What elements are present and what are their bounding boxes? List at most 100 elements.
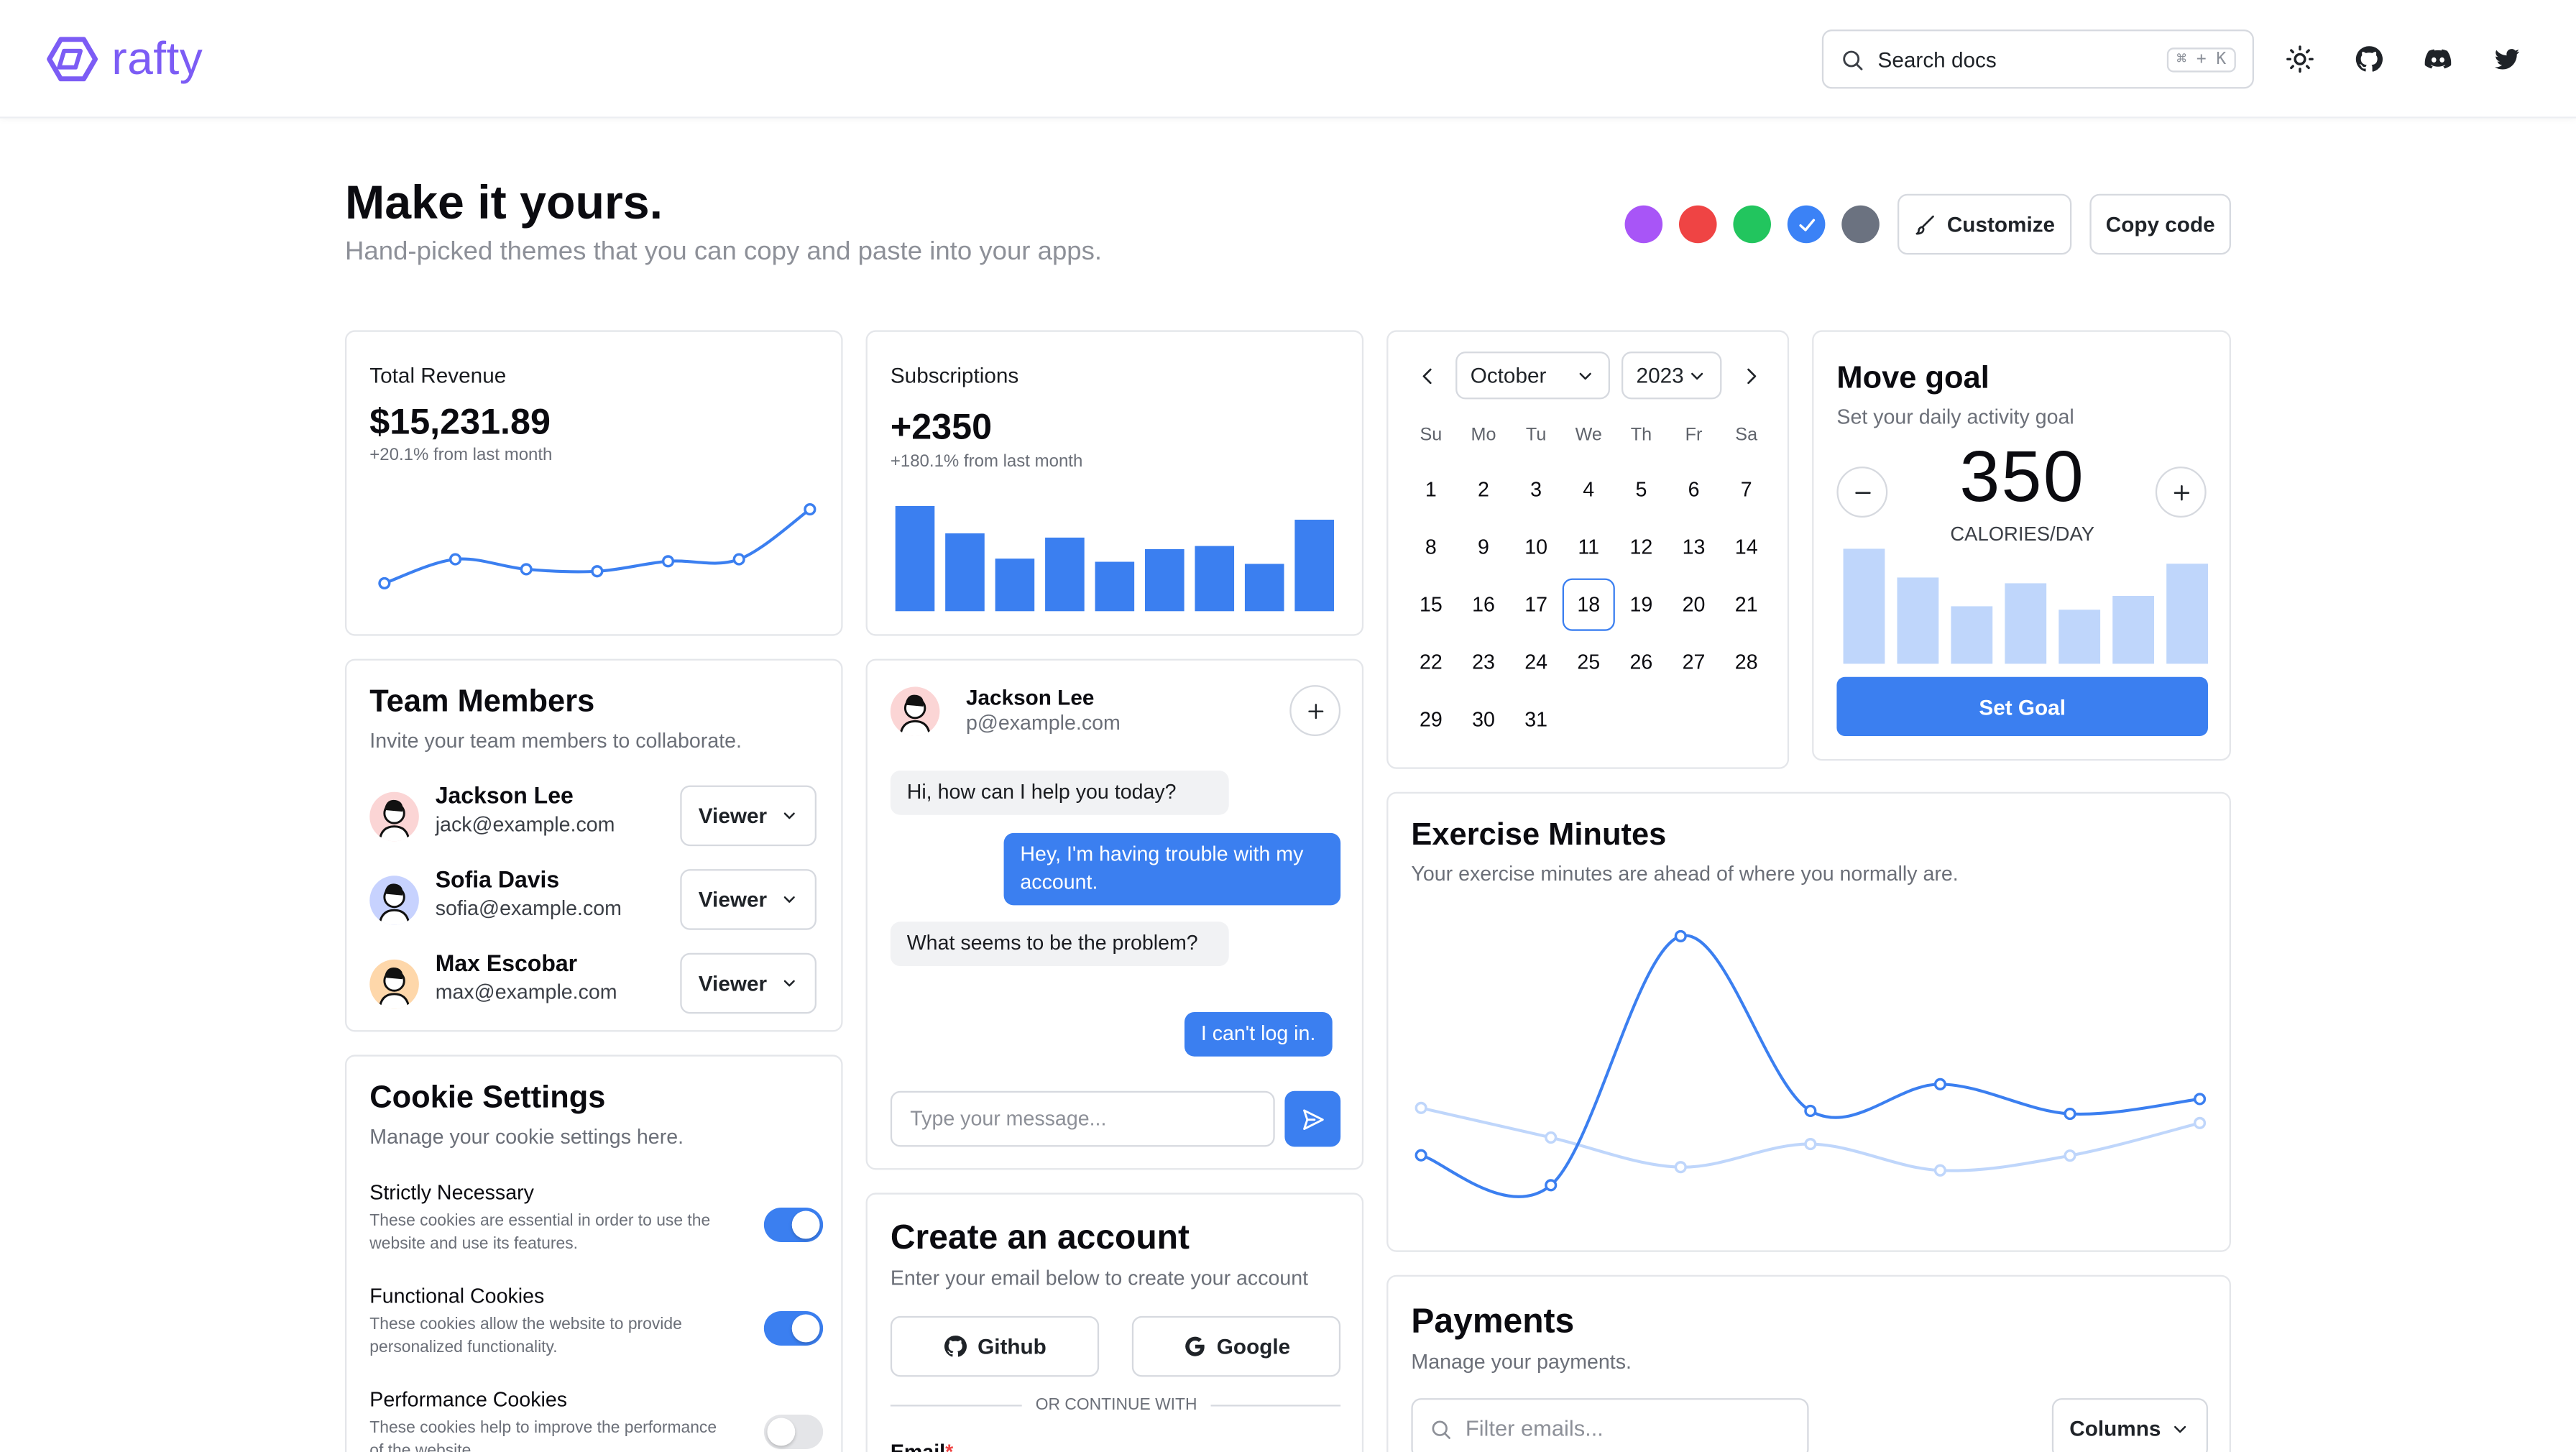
filter-placeholder: Filter emails... <box>1465 1416 1604 1441</box>
search-shortcut: ⌘ + K <box>2166 47 2236 72</box>
calendar-day[interactable]: 18 <box>1562 578 1615 631</box>
top-header: rafty Search docs ⌘ + K <box>0 0 2576 119</box>
bar <box>1145 548 1184 612</box>
data-point <box>520 563 533 576</box>
calendar-day[interactable]: 11 <box>1563 521 1615 574</box>
theme-swatch-green[interactable] <box>1733 205 1771 244</box>
columns-button[interactable]: Columns <box>2051 1398 2208 1452</box>
divider-line <box>1210 1405 1341 1407</box>
calendar-day[interactable]: 3 <box>1510 464 1563 516</box>
member-email: sofia@example.com <box>435 896 622 920</box>
payments-title: Payments <box>1411 1302 1575 1341</box>
data-point <box>1545 1179 1558 1192</box>
calendar-day[interactable]: 6 <box>1668 464 1720 516</box>
member-role-select[interactable]: Viewer <box>680 869 816 930</box>
calendar-day[interactable]: 20 <box>1668 579 1720 631</box>
new-chat-button[interactable] <box>1289 685 1341 736</box>
calendar-day[interactable]: 9 <box>1457 521 1509 574</box>
data-point <box>1674 929 1687 942</box>
calendar-day[interactable]: 19 <box>1615 579 1668 631</box>
continue-with-divider: OR CONTINUE WITH <box>1035 1396 1197 1415</box>
theme-swatch-blue[interactable] <box>1787 205 1826 244</box>
filter-emails-input[interactable]: Filter emails... <box>1411 1398 1809 1452</box>
calendar-day[interactable]: 28 <box>1720 636 1772 689</box>
cookie-toggle[interactable] <box>763 1414 824 1449</box>
calendar-day[interactable]: 4 <box>1563 464 1615 516</box>
member-role-select[interactable]: Viewer <box>680 952 816 1014</box>
brand-name: rafty <box>111 32 203 84</box>
series-line <box>1420 934 2200 1198</box>
calendar-day[interactable]: 15 <box>1404 579 1457 631</box>
calendar-day[interactable]: 26 <box>1615 636 1668 689</box>
calendar-day[interactable]: 24 <box>1510 636 1563 689</box>
avatar <box>369 791 419 842</box>
calendar-day[interactable]: 14 <box>1720 521 1772 574</box>
chevron-down-icon <box>1691 372 1703 379</box>
github-login-button[interactable]: Github <box>890 1315 1100 1377</box>
theme-swatch-red[interactable] <box>1678 205 1717 244</box>
account-title: Create an account <box>890 1218 1190 1257</box>
calendar-day[interactable]: 23 <box>1457 636 1509 689</box>
cookie-option: Strictly Necessary These cookies are esse… <box>369 1181 824 1256</box>
calendar-day[interactable]: 12 <box>1615 521 1668 574</box>
send-message-button[interactable] <box>1284 1090 1341 1147</box>
plus-icon <box>1307 703 1323 719</box>
month-value: October <box>1470 363 1547 388</box>
customize-button[interactable]: Customize <box>1897 193 2072 255</box>
chevron-down-icon <box>2174 1425 2186 1433</box>
month-select[interactable]: October <box>1455 351 1610 400</box>
search-docs-button[interactable]: Search docs ⌘ + K <box>1821 29 2254 89</box>
cookie-toggle[interactable] <box>763 1207 824 1242</box>
calendar-day[interactable]: 17 <box>1510 579 1563 631</box>
theme-swatch-gray[interactable] <box>1841 205 1880 244</box>
calendar-day[interactable]: 10 <box>1510 521 1563 574</box>
calendar-day[interactable]: 21 <box>1720 579 1772 631</box>
prev-month-icon[interactable] <box>1416 364 1439 395</box>
bar <box>1897 577 1939 664</box>
bar <box>1045 537 1085 612</box>
revenue-line-chart <box>378 502 816 589</box>
data-point <box>1933 1164 1946 1177</box>
calendar-day[interactable]: 7 <box>1720 464 1772 516</box>
calendar-day[interactable]: 16 <box>1457 579 1509 631</box>
discord-icon[interactable] <box>2421 42 2455 75</box>
member-role-select[interactable]: Viewer <box>680 785 816 847</box>
data-point <box>2064 1108 2076 1121</box>
subscriptions-card: Subscriptions +2350 +180.1% from last mo… <box>865 330 1364 636</box>
logo[interactable]: rafty <box>46 33 203 86</box>
theme-toggle-icon[interactable] <box>2283 42 2317 75</box>
search-icon <box>1432 1420 1450 1438</box>
calendar-day[interactable]: 2 <box>1457 464 1509 516</box>
calendar-day[interactable]: 13 <box>1668 521 1720 574</box>
search-icon <box>1843 50 1863 70</box>
calendar-day[interactable]: 27 <box>1668 636 1720 689</box>
exercise-minutes-card: Exercise Minutes Your exercise minutes a… <box>1386 791 2231 1252</box>
team-members-card: Team Members Invite your team members to… <box>344 658 843 1032</box>
calendar-day[interactable]: 31 <box>1510 694 1563 746</box>
cookie-settings-card: Cookie Settings Manage your cookie setti… <box>344 1054 843 1452</box>
copy-code-button[interactable]: Copy code <box>2089 193 2231 255</box>
avatar <box>369 876 419 925</box>
year-select[interactable]: 2023 <box>1621 351 1722 400</box>
calendar-day[interactable]: 5 <box>1615 464 1668 516</box>
bar <box>2058 610 2101 664</box>
calendar-day[interactable]: 29 <box>1404 694 1457 746</box>
team-desc: Invite your team members to collaborate. <box>369 729 742 753</box>
data-point <box>1414 1149 1427 1162</box>
cookie-toggle[interactable] <box>763 1310 824 1346</box>
message-input[interactable]: Type your message... <box>890 1090 1275 1147</box>
twitter-icon[interactable] <box>2490 42 2524 75</box>
google-login-button[interactable]: Google <box>1131 1315 1341 1377</box>
next-month-icon[interactable] <box>1740 364 1763 395</box>
github-icon[interactable] <box>2352 42 2386 75</box>
calendar-day[interactable]: 22 <box>1404 636 1457 689</box>
theme-swatch-purple[interactable] <box>1624 205 1663 244</box>
brush-icon <box>1915 214 1935 234</box>
chevron-down-icon <box>1579 372 1591 379</box>
calendar-day[interactable]: 25 <box>1563 636 1615 689</box>
calendar-day[interactable]: 1 <box>1404 464 1457 516</box>
set-goal-button[interactable]: Set Goal <box>1836 676 2208 736</box>
data-point <box>661 555 675 568</box>
calendar-day[interactable]: 8 <box>1404 521 1457 574</box>
calendar-day[interactable]: 30 <box>1457 694 1509 746</box>
